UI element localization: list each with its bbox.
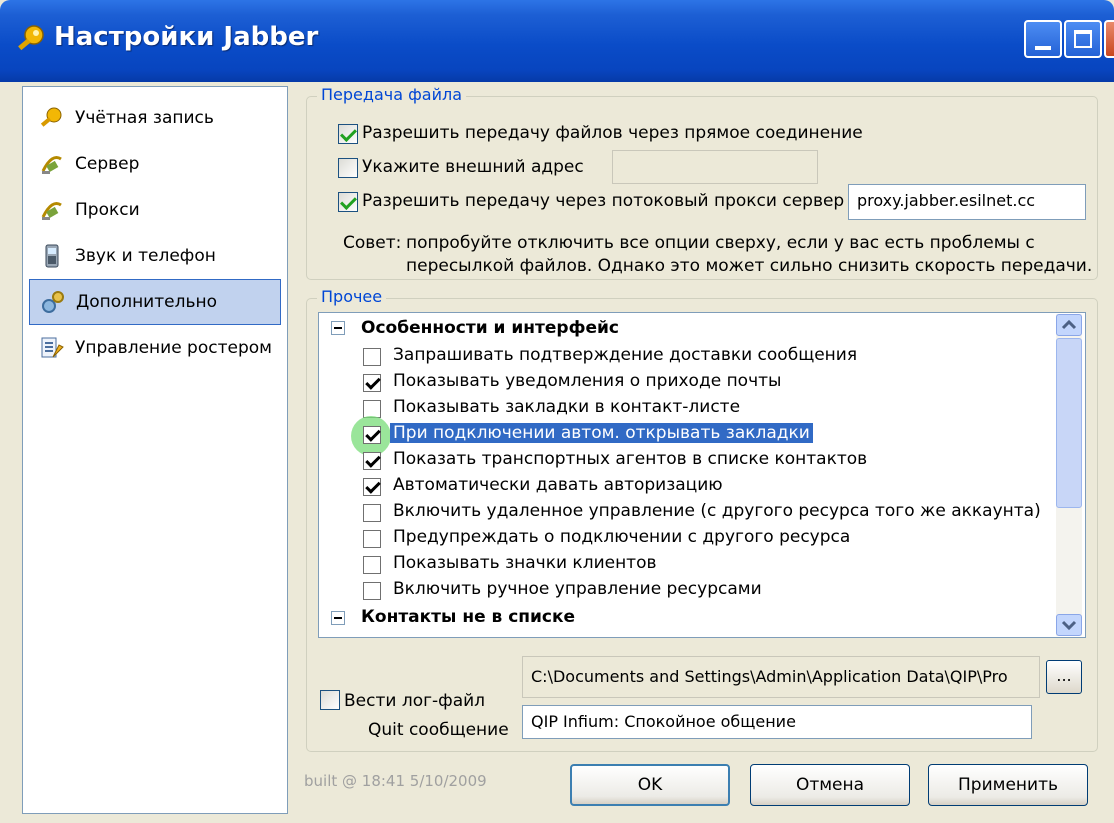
sidebar-item-server[interactable]: Сервер — [29, 141, 281, 187]
option-label: Включить ручное управление ресурсами — [393, 579, 762, 599]
cancel-button[interactable]: Отмена — [750, 764, 910, 806]
option-label: Показать транспортных агентов в списке к… — [393, 449, 868, 469]
log-path-input[interactable]: C:\Documents and Settings\Admin\Applicat… — [522, 656, 1040, 698]
option-label: Предупреждать о подключении с другого ре… — [393, 527, 851, 547]
option-checkbox[interactable] — [363, 530, 381, 548]
tip-line-1: попробуйте отключить все опции сверху, е… — [406, 233, 1035, 253]
option-checkbox[interactable] — [363, 426, 381, 444]
sidebar-item-account[interactable]: Учётная запись — [29, 95, 281, 141]
chevron-down-icon — [1061, 620, 1077, 631]
external-address-input[interactable] — [612, 150, 818, 184]
minimize-button[interactable] — [1024, 20, 1062, 58]
options-tree[interactable]: Особенности и интерфейс Запрашивать подт… — [318, 312, 1086, 638]
sidebar-item-advanced[interactable]: Дополнительно — [29, 279, 281, 325]
direct-transfer-label: Разрешить передачу файлов через прямое с… — [362, 123, 863, 143]
option-checkbox[interactable] — [363, 348, 381, 366]
sidebar-item-label: Прокси — [75, 200, 140, 220]
satellite-icon — [41, 202, 62, 220]
option-label-selected: При подключении автом. открывать закладк… — [390, 423, 813, 443]
option-checkbox[interactable] — [363, 582, 381, 600]
misc-legend: Прочее — [317, 287, 387, 306]
option-label: Автоматически давать авторизацию — [393, 475, 723, 495]
apply-button[interactable]: Применить — [928, 764, 1088, 806]
option-label: Показывать уведомления о приходе почты — [393, 371, 782, 391]
key-icon — [18, 25, 44, 51]
direct-transfer-checkbox[interactable] — [338, 124, 358, 144]
sidebar-item-sound-phone[interactable]: Звук и телефон — [29, 233, 281, 279]
minimize-icon — [1035, 46, 1051, 50]
tip-line-2: пересылкой файлов. Однако это может силь… — [406, 256, 1093, 276]
close-button[interactable] — [1104, 20, 1114, 58]
maximize-button[interactable] — [1064, 20, 1102, 58]
log-file-checkbox[interactable] — [320, 690, 340, 710]
phone-icon — [45, 244, 59, 268]
option-label: Показывать значки клиентов — [393, 553, 657, 573]
scroll-down-button[interactable] — [1056, 614, 1082, 636]
option-checkbox[interactable] — [363, 452, 381, 470]
ok-button[interactable]: OK — [570, 764, 730, 806]
gear-icon — [42, 291, 64, 313]
options-scrollbar[interactable] — [1056, 314, 1082, 636]
collapse-icon[interactable] — [331, 611, 345, 625]
window-title: Настройки Jabber — [54, 22, 319, 52]
option-checkbox[interactable] — [363, 556, 381, 574]
tip-prefix: Совет: — [343, 233, 402, 253]
sidebar-item-label: Учётная запись — [75, 108, 214, 128]
section-not-in-list-title: Контакты не в списке — [361, 607, 576, 627]
scroll-thumb[interactable] — [1056, 338, 1082, 508]
sidebar-item-label: Звук и телефон — [75, 246, 216, 266]
sidebar-item-proxy[interactable]: Прокси — [29, 187, 281, 233]
sidebar-item-label: Дополнительно — [76, 292, 217, 312]
chevron-up-icon — [1061, 319, 1077, 330]
external-address-label: Укажите внешний адрес — [362, 157, 584, 177]
browse-button[interactable]: ... — [1046, 660, 1082, 694]
key-icon — [40, 107, 62, 127]
proxy-transfer-label: Разрешить передачу через потоковый прокс… — [362, 191, 845, 211]
settings-sidebar: Учётная запись Сервер Прокси Звук и теле… — [22, 86, 288, 814]
option-checkbox[interactable] — [363, 478, 381, 496]
option-label: Включить удаленное управление (с другого… — [393, 501, 1041, 521]
roster-icon — [41, 337, 64, 358]
log-file-label: Вести лог-файл — [344, 691, 486, 711]
satellite-icon — [41, 156, 62, 174]
sidebar-item-label: Сервер — [75, 154, 140, 174]
section-interface-title: Особенности и интерфейс — [361, 318, 619, 338]
scroll-up-button[interactable] — [1056, 314, 1082, 336]
quit-message-label: Quit сообщение — [368, 720, 509, 740]
option-checkbox[interactable] — [363, 504, 381, 522]
external-address-checkbox[interactable] — [338, 158, 358, 178]
option-label: Показывать закладки в контакт-листе — [393, 397, 741, 417]
proxy-server-input[interactable]: proxy.jabber.esilnet.cc — [848, 184, 1086, 220]
sidebar-item-roster[interactable]: Управление ростером — [29, 325, 281, 371]
file-transfer-legend: Передача файла — [317, 85, 466, 104]
build-info: built @ 18:41 5/10/2009 — [304, 772, 487, 790]
collapse-icon[interactable] — [331, 321, 345, 335]
proxy-transfer-checkbox[interactable] — [338, 192, 358, 212]
quit-message-input[interactable]: QIP Infium: Спокойное общение — [522, 705, 1032, 739]
option-label: Запрашивать подтверждение доставки сообщ… — [393, 345, 858, 365]
option-checkbox[interactable] — [363, 374, 381, 392]
title-bar[interactable]: Настройки Jabber — [0, 0, 1114, 82]
maximize-icon — [1074, 30, 1092, 48]
sidebar-item-label: Управление ростером — [75, 338, 272, 358]
